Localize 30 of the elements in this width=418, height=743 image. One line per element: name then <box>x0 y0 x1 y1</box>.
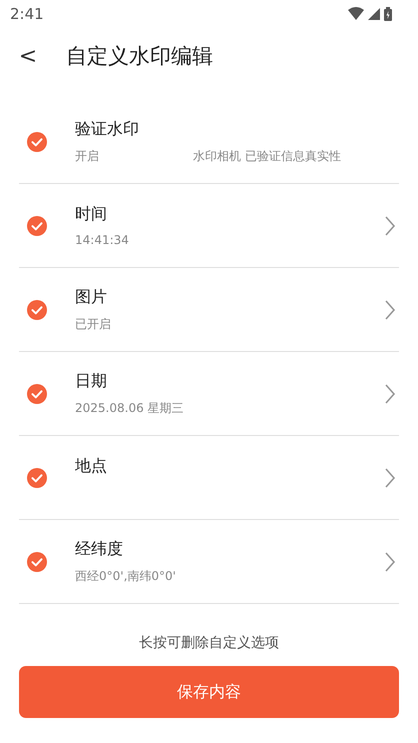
option-row[interactable]: 经纬度 西经0°0',南纬0°0' <box>19 520 399 604</box>
back-button[interactable]: < <box>18 44 38 68</box>
option-title: 验证水印 <box>75 118 140 140</box>
chevron-icon <box>384 216 396 236</box>
option-title: 日期 <box>75 370 108 392</box>
option-value: 14:41:34 <box>75 232 130 248</box>
battery-icon <box>384 7 392 21</box>
status-time: 2:41 <box>10 5 44 23</box>
hint-text: 长按可删除自定义选项 <box>138 634 280 652</box>
option-row[interactable]: 时间 14:41:34 <box>19 184 399 268</box>
option-row[interactable]: 日期 2025.08.06 星期三 <box>19 352 399 436</box>
chevron-icon <box>384 384 396 404</box>
option-row[interactable]: 图片 已开启 <box>19 268 399 352</box>
option-value: 已开启 <box>75 316 112 332</box>
signal-icon <box>368 8 380 20</box>
chevron-icon <box>384 552 396 572</box>
page-title: 自定义水印编辑 <box>66 43 213 70</box>
chevron-icon <box>384 468 396 488</box>
option-value: 开启 <box>75 148 100 164</box>
option-row[interactable]: 验证水印 开启 水印相机 已验证信息真实性 <box>19 100 399 184</box>
option-value: 2025.08.06 星期三 <box>75 400 185 416</box>
option-title: 经纬度 <box>75 538 124 560</box>
option-title: 地点 <box>75 456 108 476</box>
option-note: 水印相机 已验证信息真实性 <box>193 148 341 164</box>
option-title: 图片 <box>75 286 108 308</box>
option-title: 时间 <box>75 204 108 224</box>
wifi-icon <box>348 7 364 21</box>
option-value: 西经0°0',南纬0°0' <box>75 568 177 584</box>
option-row[interactable]: 地点 <box>19 436 399 520</box>
chevron-icon <box>384 300 396 320</box>
